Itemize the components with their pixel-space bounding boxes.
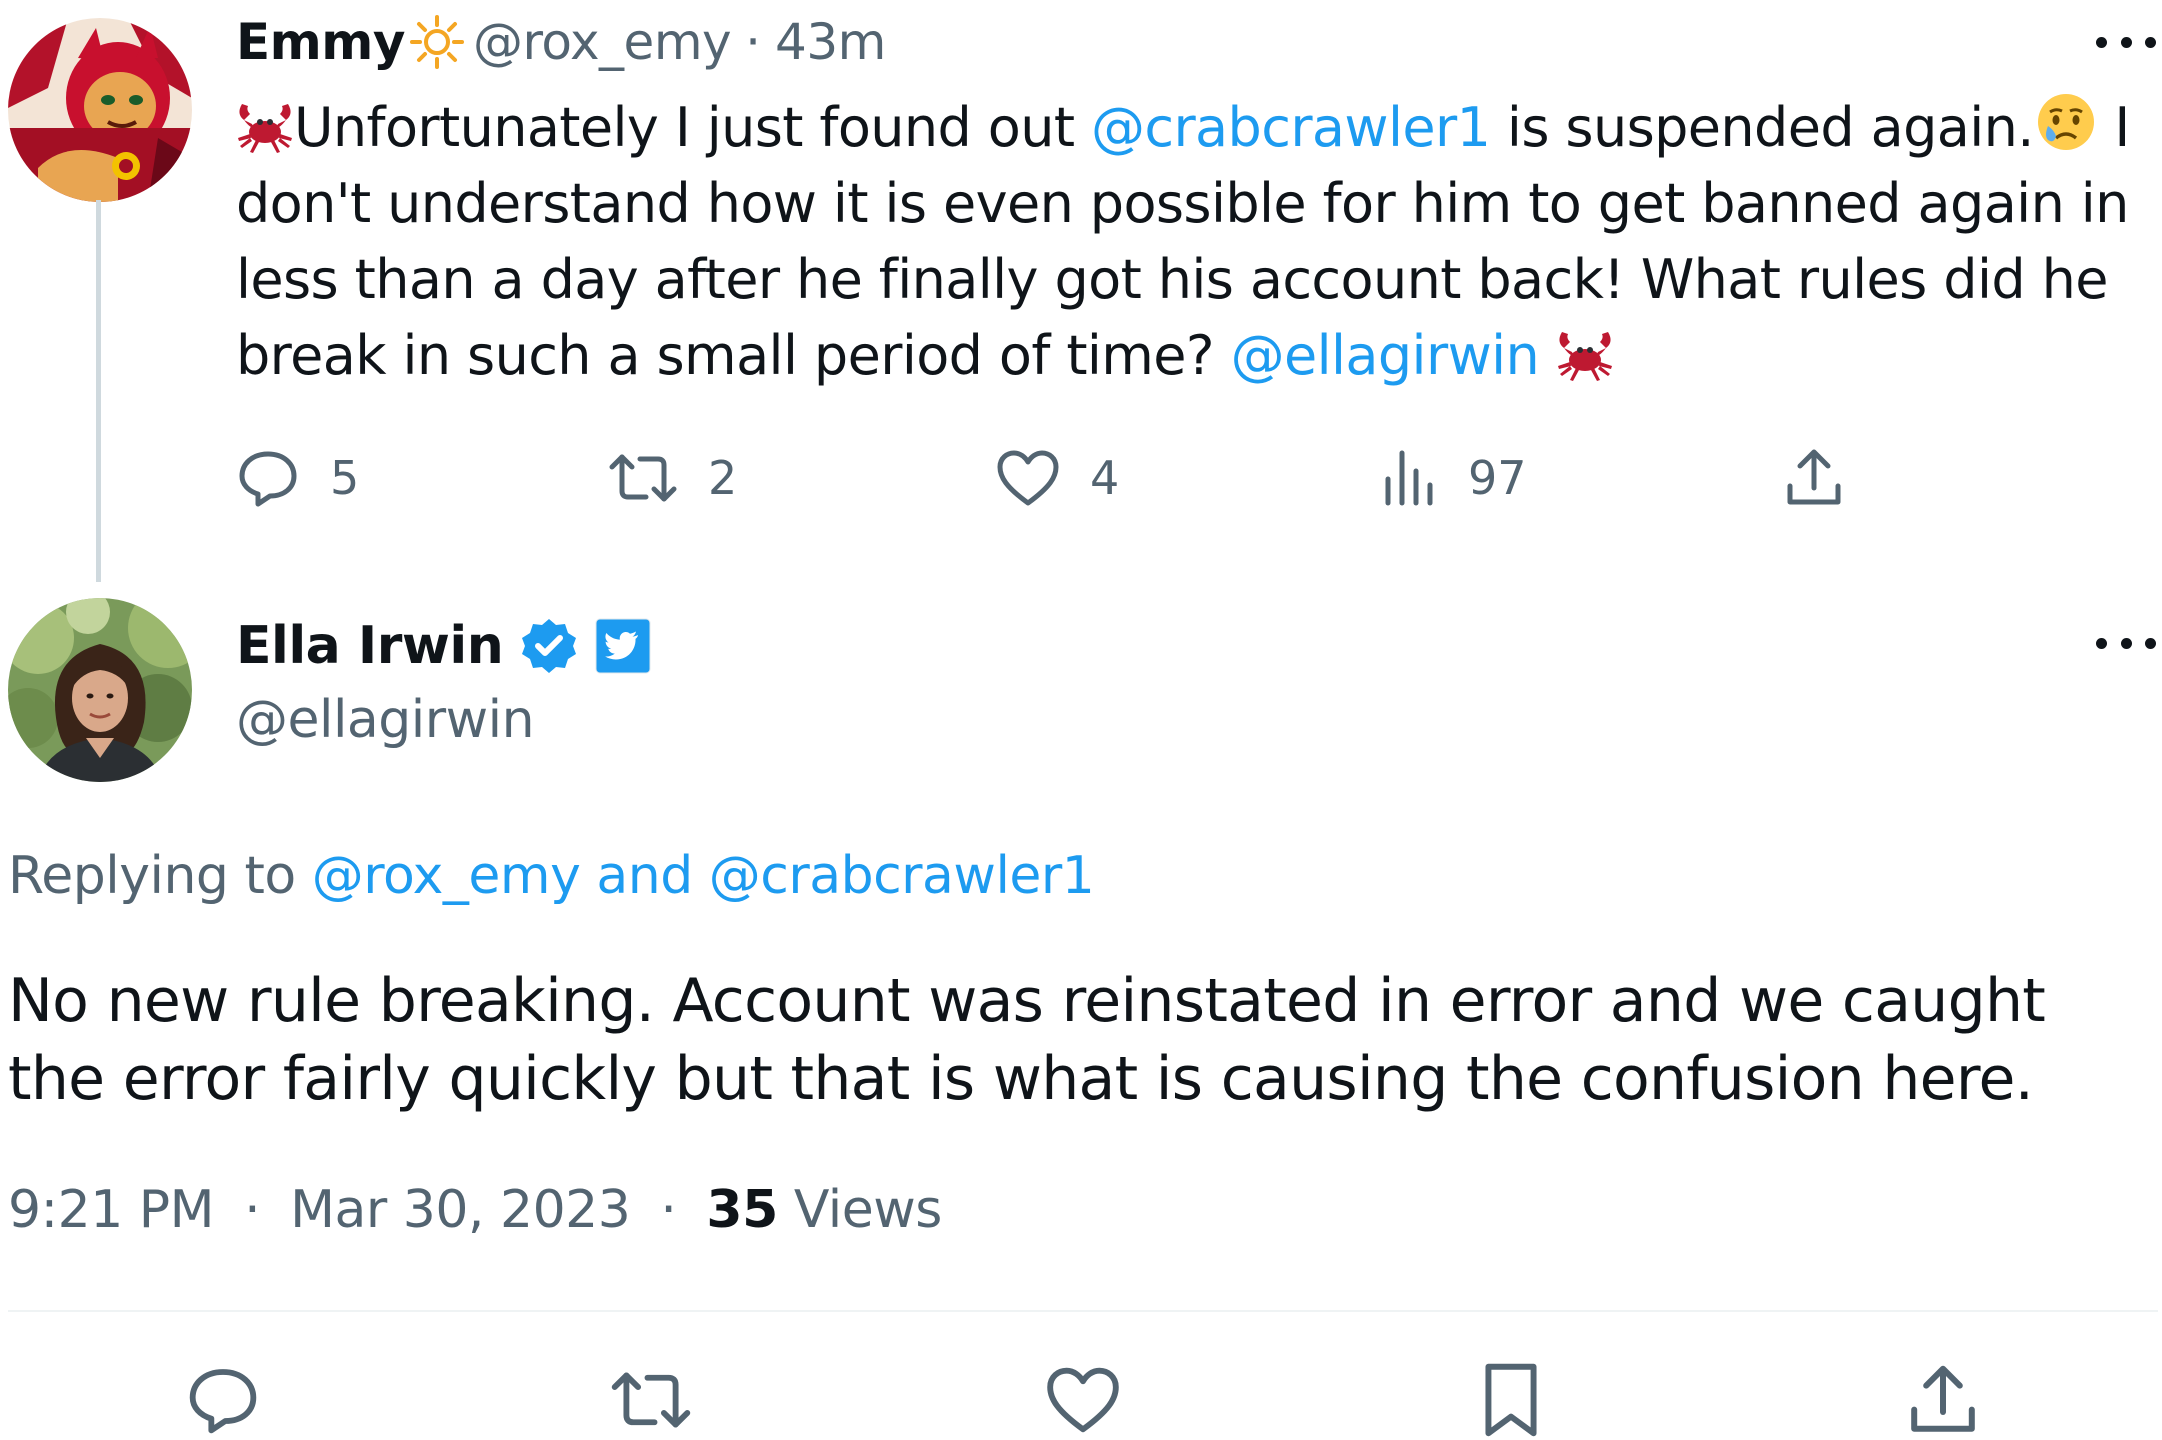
meta-separator: · xyxy=(660,1180,677,1240)
share-button[interactable] xyxy=(1898,1360,1988,1440)
replying-to-links[interactable]: @rox_emy and @crabcrawler1 xyxy=(312,846,1095,906)
retweet-icon xyxy=(608,451,678,505)
main-display-name[interactable]: Ella Irwin xyxy=(236,616,504,676)
crying-face-emoji-icon xyxy=(2034,90,2098,154)
parent-display-name[interactable]: Emmy xyxy=(236,13,405,71)
more-icon[interactable] xyxy=(2096,30,2156,54)
more-icon[interactable] xyxy=(2096,631,2156,655)
retweet-icon xyxy=(610,1368,692,1432)
retweet-count: 2 xyxy=(708,451,738,505)
main-tweet-name-row: Ella Irwin xyxy=(236,612,653,680)
avatar-emmy[interactable] xyxy=(8,18,192,202)
thread-connector-line xyxy=(96,200,101,582)
views-count: 97 xyxy=(1468,451,1527,505)
share-icon xyxy=(1784,448,1844,508)
parent-text-part-2: is suspended again. xyxy=(1490,96,2035,159)
views-icon xyxy=(1382,449,1438,507)
parent-tweet-text: Unfortunately I just found out @crabcraw… xyxy=(236,90,2136,394)
like-button[interactable]: 4 xyxy=(996,440,1119,516)
views-button[interactable]: 97 xyxy=(1382,440,1527,516)
main-tweet-text: No new rule breaking. Account was reinst… xyxy=(8,966,2046,1114)
bookmark-button[interactable] xyxy=(1466,1360,1556,1440)
tweet-views-count[interactable]: 35 xyxy=(706,1180,778,1240)
replying-to-line: Replying to @rox_emy and @crabcrawler1 xyxy=(8,846,1095,906)
reply-icon xyxy=(236,448,300,508)
header-separator: · xyxy=(745,13,762,71)
tweet-views-label: Views xyxy=(777,1180,943,1240)
divider xyxy=(8,1310,2158,1312)
retweet-button[interactable] xyxy=(606,1360,696,1440)
main-action-bar xyxy=(0,1360,2162,1440)
like-count: 4 xyxy=(1090,451,1120,505)
parent-tweet-header: Emmy @rox_emy · 43m xyxy=(236,13,886,71)
twitter-affiliate-icon[interactable] xyxy=(593,616,653,676)
like-button[interactable] xyxy=(1038,1360,1128,1440)
replying-to-label: Replying to xyxy=(8,846,312,906)
meta-separator: · xyxy=(244,1180,261,1240)
verified-badge-icon[interactable] xyxy=(519,616,579,676)
bookmark-icon xyxy=(1481,1362,1541,1438)
share-icon xyxy=(1907,1364,1979,1436)
parent-action-bar: 5 2 4 97 xyxy=(236,440,1841,516)
reply-count: 5 xyxy=(330,451,360,505)
parent-text-part-1: Unfortunately I just found out xyxy=(294,96,1091,159)
tweet-date[interactable]: Mar 30, 2023 xyxy=(290,1180,631,1240)
sun-emoji-icon xyxy=(409,14,465,70)
reply-button[interactable]: 5 xyxy=(236,440,359,516)
heart-icon xyxy=(1045,1366,1121,1434)
parent-timestamp[interactable]: 43m xyxy=(775,13,886,71)
mention-link-crabcrawler1[interactable]: @crabcrawler1 xyxy=(1091,96,1491,159)
crab-emoji-icon xyxy=(236,100,294,154)
reply-icon xyxy=(185,1365,261,1435)
tweet-time[interactable]: 9:21 PM xyxy=(8,1180,215,1240)
parent-handle[interactable]: @rox_emy xyxy=(473,13,732,71)
heart-icon xyxy=(996,449,1060,507)
retweet-button[interactable]: 2 xyxy=(608,440,737,516)
share-button[interactable] xyxy=(1784,440,1844,516)
mention-link-ellagirwin[interactable]: @ellagirwin xyxy=(1231,324,1540,387)
main-handle[interactable]: @ellagirwin xyxy=(236,690,535,750)
tweet-metadata: 9:21 PM · Mar 30, 2023 · 35 Views xyxy=(8,1180,942,1240)
avatar-ella[interactable] xyxy=(8,598,192,782)
crab-emoji-icon xyxy=(1556,328,1614,382)
reply-button[interactable] xyxy=(178,1360,268,1440)
